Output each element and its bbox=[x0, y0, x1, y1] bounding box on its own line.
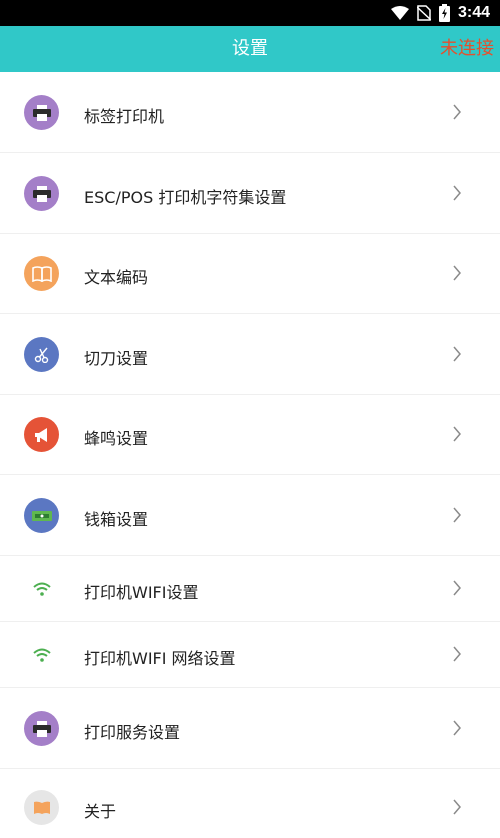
battery-charging-icon bbox=[438, 4, 450, 22]
connection-status-button[interactable]: 未连接 bbox=[440, 26, 494, 72]
settings-item-label-printer[interactable]: 标签打印机 bbox=[0, 72, 500, 153]
settings-item-about[interactable]: 关于 bbox=[0, 769, 500, 838]
settings-item-label: 标签打印机 bbox=[84, 107, 165, 126]
chevron-right-icon bbox=[448, 645, 466, 663]
settings-item-cash-drawer[interactable]: 钱箱设置 bbox=[0, 475, 500, 556]
settings-item-label: 打印机WIFI设置 bbox=[84, 583, 199, 602]
chevron-right-icon bbox=[448, 184, 466, 202]
settings-item-label: 关于 bbox=[84, 802, 117, 821]
chevron-right-icon bbox=[448, 345, 466, 363]
settings-item-label: ESC/POS 打印机字符集设置 bbox=[84, 188, 287, 207]
status-bar: 3:44 bbox=[0, 0, 500, 26]
settings-item-buzzer[interactable]: 蜂鸣设置 bbox=[0, 395, 500, 475]
settings-item-escpos-charset[interactable]: ESC/POS 打印机字符集设置 bbox=[0, 153, 500, 234]
wifi-icon bbox=[24, 637, 59, 672]
settings-item-label: 文本编码 bbox=[84, 268, 149, 287]
settings-item-label: 切刀设置 bbox=[84, 349, 149, 368]
settings-item-label: 打印机WIFI 网络设置 bbox=[84, 649, 236, 668]
settings-item-label: 钱箱设置 bbox=[84, 510, 149, 529]
book-icon bbox=[24, 256, 59, 291]
settings-item-printer-wifi-network[interactable]: 打印机WIFI 网络设置 bbox=[0, 622, 500, 688]
wifi-icon bbox=[24, 571, 59, 606]
no-sim-icon bbox=[416, 5, 431, 21]
chevron-right-icon bbox=[448, 798, 466, 816]
chevron-right-icon bbox=[448, 264, 466, 282]
chevron-right-icon bbox=[448, 506, 466, 524]
status-icons: 3:44 bbox=[383, 0, 490, 26]
printer-icon bbox=[24, 711, 59, 746]
app-bar: 设置 未连接 bbox=[0, 26, 500, 72]
status-time: 3:44 bbox=[457, 4, 490, 21]
chevron-right-icon bbox=[448, 719, 466, 737]
settings-item-text-encoding[interactable]: 文本编码 bbox=[0, 234, 500, 314]
settings-item-printer-wifi[interactable]: 打印机WIFI设置 bbox=[0, 556, 500, 622]
chevron-right-icon bbox=[448, 425, 466, 443]
settings-item-label: 打印服务设置 bbox=[84, 723, 181, 742]
settings-item-label: 蜂鸣设置 bbox=[84, 429, 149, 448]
cash-drawer-icon bbox=[24, 498, 59, 533]
chevron-right-icon bbox=[448, 579, 466, 597]
printer-icon bbox=[24, 95, 59, 130]
chevron-right-icon bbox=[448, 103, 466, 121]
settings-item-cutter[interactable]: 切刀设置 bbox=[0, 314, 500, 395]
wifi-icon bbox=[390, 6, 409, 20]
page-title: 设置 bbox=[232, 38, 268, 59]
printer-icon bbox=[24, 176, 59, 211]
book-icon bbox=[24, 790, 59, 825]
megaphone-icon bbox=[24, 417, 59, 452]
scissors-icon bbox=[24, 337, 59, 372]
settings-item-print-service[interactable]: 打印服务设置 bbox=[0, 688, 500, 769]
